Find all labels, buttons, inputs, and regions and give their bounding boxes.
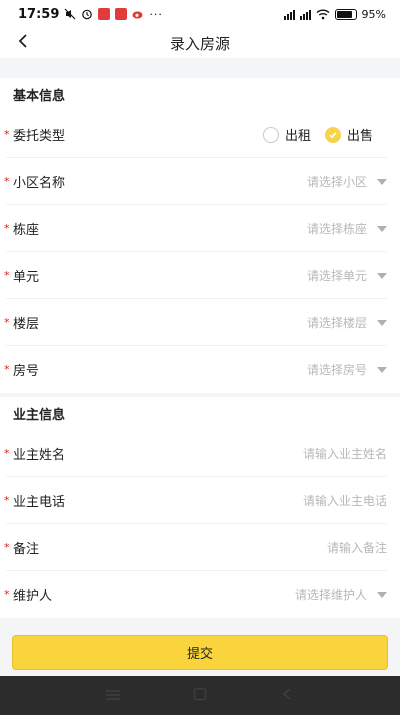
room-select-row[interactable]: * 房号 请选择房号	[0, 346, 400, 393]
entrust-type-row: * 委托类型 出租 出售	[0, 111, 400, 158]
menu-icon	[105, 686, 121, 705]
battery-icon	[334, 8, 357, 20]
remark-row: * 备注 请输入备注	[0, 524, 400, 571]
caret-down-icon	[377, 591, 387, 598]
owner-name-label: 业主姓名	[13, 448, 66, 463]
signal-icon	[283, 9, 295, 20]
page-title: 录入房源	[169, 34, 230, 53]
status-left: 17:59 ···	[18, 7, 163, 22]
radio-label-rent: 出租	[284, 129, 311, 144]
required-mark: *	[4, 128, 10, 141]
required-mark: *	[4, 588, 10, 601]
required-mark: *	[4, 447, 10, 460]
system-nav-bar	[0, 676, 400, 715]
room-placeholder: 请选择房号	[306, 363, 367, 377]
owner-phone-row: * 业主电话 请输入业主电话	[0, 477, 400, 524]
wifi-icon	[316, 8, 330, 20]
more-notifications-icon: ···	[149, 7, 163, 21]
building-placeholder: 请选择栋座	[306, 222, 367, 236]
maintainer-label: 维护人	[13, 589, 53, 604]
building-label: 栋座	[13, 223, 40, 238]
radio-unchecked-icon	[262, 126, 279, 143]
required-mark: *	[4, 175, 10, 188]
building-select-row[interactable]: * 栋座 请选择栋座	[0, 205, 400, 252]
remark-placeholder: 请输入备注	[326, 541, 387, 555]
required-mark: *	[4, 541, 10, 554]
status-bar: 17:59 ··· 95%	[0, 0, 400, 28]
status-time: 17:59	[18, 6, 60, 22]
submit-button[interactable]: 提交	[12, 635, 388, 670]
chevron-left-icon	[17, 33, 29, 53]
room-label: 房号	[13, 364, 40, 379]
back-triangle-icon	[281, 686, 293, 705]
section-title-basic: 基本信息	[0, 78, 400, 111]
caret-down-icon	[377, 272, 387, 279]
required-mark: *	[4, 222, 10, 235]
unit-label: 单元	[13, 270, 40, 285]
weibo-icon	[132, 8, 144, 20]
caret-down-icon	[377, 366, 387, 373]
app-notification-icon	[115, 8, 128, 20]
entrust-type-radio-group: 出租 出售	[262, 125, 373, 144]
unit-select-row[interactable]: * 单元 请选择单元	[0, 252, 400, 299]
owner-name-placeholder: 请输入业主姓名	[302, 447, 387, 461]
caret-down-icon	[377, 319, 387, 326]
owner-name-row: * 业主姓名 请输入业主姓名	[0, 430, 400, 477]
owner-phone-input[interactable]: 请输入业主电话	[303, 492, 387, 509]
owner-phone-label: 业主电话	[13, 495, 66, 510]
remark-label: 备注	[13, 542, 40, 557]
required-mark: *	[4, 316, 10, 329]
maintainer-select-row[interactable]: * 维护人 请选择维护人	[0, 571, 400, 618]
app-notification-icon	[98, 8, 111, 20]
home-nav-button[interactable]	[190, 686, 210, 706]
signal-icon	[299, 9, 311, 20]
floor-placeholder: 请选择楼层	[306, 316, 367, 330]
footer: 提交	[0, 630, 400, 676]
back-nav-button[interactable]	[277, 686, 297, 706]
entrust-type-label: 委托类型	[13, 129, 66, 144]
menu-nav-button[interactable]	[103, 686, 123, 706]
section-title-owner: 业主信息	[0, 397, 400, 430]
floor-label: 楼层	[13, 317, 40, 332]
home-square-icon	[193, 686, 207, 705]
status-right: 95%	[283, 7, 386, 21]
community-placeholder: 请选择小区	[306, 175, 367, 189]
back-button[interactable]	[10, 28, 36, 58]
unit-placeholder: 请选择单元	[306, 269, 367, 283]
owner-phone-placeholder: 请输入业主电话	[302, 494, 387, 508]
radio-option-sale[interactable]: 出售	[324, 125, 373, 144]
radio-checked-icon	[324, 126, 341, 143]
caret-down-icon	[377, 178, 387, 185]
radio-option-rent[interactable]: 出租	[262, 125, 311, 144]
owner-name-input[interactable]: 请输入业主姓名	[303, 445, 387, 462]
alarm-icon	[81, 8, 93, 20]
floor-select-row[interactable]: * 楼层 请选择楼层	[0, 299, 400, 346]
required-mark: *	[4, 363, 10, 376]
mute-icon	[64, 8, 76, 20]
app-header: 录入房源	[0, 28, 400, 58]
radio-label-sale: 出售	[346, 129, 373, 144]
required-mark: *	[4, 269, 10, 282]
community-select-row[interactable]: * 小区名称 请选择小区	[0, 158, 400, 205]
required-mark: *	[4, 494, 10, 507]
remark-input[interactable]: 请输入备注	[327, 539, 387, 556]
maintainer-placeholder: 请选择维护人	[294, 588, 367, 602]
community-label: 小区名称	[13, 176, 66, 191]
battery-level: 95%	[361, 7, 386, 21]
caret-down-icon	[377, 225, 387, 232]
